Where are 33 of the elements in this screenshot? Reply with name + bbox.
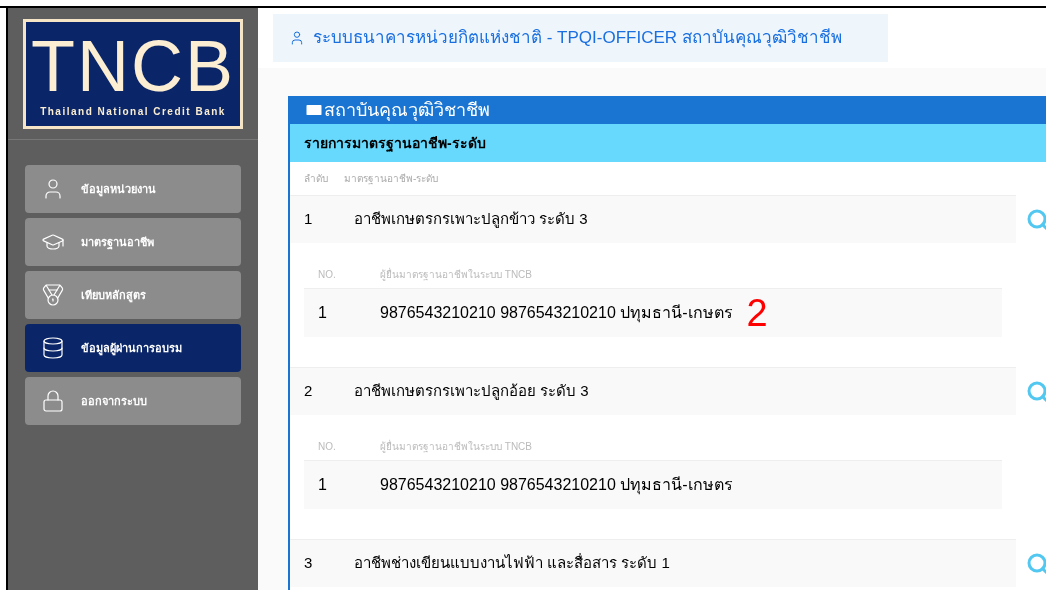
- header-title: ระบบธนาคารหน่วยกิตแห่งชาติ - TPQI-OFFICER สถาบันคุณวุฒิวิชาชีพ: [313, 27, 842, 50]
- search-icon[interactable]: [1026, 207, 1046, 232]
- sidebar-item[interactable]: ข้อมูลผู้ผ่านการอบรม: [25, 324, 241, 372]
- table-cell-text: อาชีพเกษตรกรเพาะปลูกอ้อย ระดับ 3: [354, 381, 589, 402]
- table-cell-text: 3: [304, 553, 314, 574]
- sidebar-item[interactable]: ข้อมูลหน่วยงาน: [25, 165, 241, 213]
- sidebar-item[interactable]: เทียบหลักสูตร: [25, 271, 241, 319]
- table-cell-text: 9876543210210 9876543210210 ปทุมธานี-เกษตร: [380, 303, 733, 325]
- table-cell-text: 2: [304, 381, 314, 402]
- database-icon: [41, 336, 65, 360]
- sidebar-item[interactable]: มาตรฐานอาชีพ: [25, 218, 241, 266]
- column-header: NO.: [318, 268, 337, 282]
- column-header: ผู้ยื่นมาตรฐานอาชีพในระบบ TNCB: [380, 439, 532, 454]
- column-header: NO.: [318, 440, 337, 454]
- sidebar-item[interactable]: ออกจากระบบ: [25, 377, 241, 425]
- column-header: มาตรฐานอาชีพ-ระดับ: [344, 172, 439, 186]
- search-icon[interactable]: [1026, 551, 1046, 576]
- table-cell-text: 1: [318, 303, 328, 323]
- table-cell-text: 9876543210210 9876543210210 ปทุมธานี-เกษตร: [380, 475, 733, 497]
- user-icon: [289, 30, 305, 46]
- annotation-number: 2: [746, 294, 768, 332]
- logo: TNCB Thailand National Credit Bank: [23, 18, 243, 129]
- column-header: ลำดับ: [304, 172, 328, 186]
- table-cell-text: อาชีพเกษตรกรเพาะปลูกข้าว ระดับ 3: [354, 209, 588, 230]
- search-icon[interactable]: [1026, 379, 1046, 404]
- table-cell-text: อาชีพช่างเขียนแบบงานไฟฟ้า และสื่อสาร ระดับ 1: [354, 552, 670, 574]
- card-title: สถาบันคุณวุฒิวิชาชีพ: [324, 98, 490, 123]
- card-subheader: รายการมาตรฐานอาชีพ-ระดับ: [290, 124, 1046, 162]
- table-cell-text: 1: [304, 209, 314, 230]
- table-cell-text: 1: [318, 475, 328, 495]
- medal-icon: [41, 283, 65, 307]
- column-header: ผู้ยื่นมาตรฐานอาชีพในระบบ TNCB: [380, 267, 532, 282]
- lock-icon: [41, 389, 65, 413]
